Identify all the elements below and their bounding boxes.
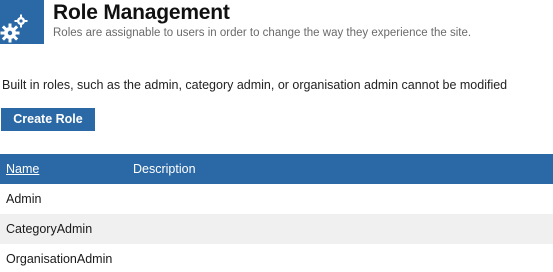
role-description-cell xyxy=(133,184,553,214)
table-row[interactable]: Admin xyxy=(0,184,553,214)
page-header: Role Management Roles are assignable to … xyxy=(0,0,553,46)
page-title: Role Management xyxy=(53,1,230,24)
built-in-roles-notice: Built in roles, such as the admin, categ… xyxy=(2,78,508,92)
table-header-row: Name Description xyxy=(0,154,553,184)
role-name-cell: CategoryAdmin xyxy=(6,222,93,236)
column-header-description: Description xyxy=(133,162,196,176)
table-row[interactable]: CategoryAdmin xyxy=(0,214,553,244)
table-row[interactable]: OrganisationAdmin xyxy=(0,244,553,272)
table-header: Name Description xyxy=(0,154,553,184)
role-management-page: Role Management Roles are assignable to … xyxy=(0,0,553,272)
create-role-button[interactable]: Create Role xyxy=(1,108,95,131)
column-header-name[interactable]: Name xyxy=(0,154,133,184)
role-description-cell xyxy=(133,214,553,244)
table-body: Admin CategoryAdmin OrganisationAdmin xyxy=(0,184,553,272)
roles-table: Name Description Admin CategoryAdmin Org… xyxy=(0,154,553,272)
gears-icon xyxy=(0,0,44,44)
sort-by-name-link[interactable]: Name xyxy=(6,162,39,176)
role-name-cell: OrganisationAdmin xyxy=(6,252,113,266)
role-name-cell: Admin xyxy=(6,192,42,206)
page-subtitle: Roles are assignable to users in order t… xyxy=(53,27,472,39)
role-description-cell xyxy=(133,244,553,272)
